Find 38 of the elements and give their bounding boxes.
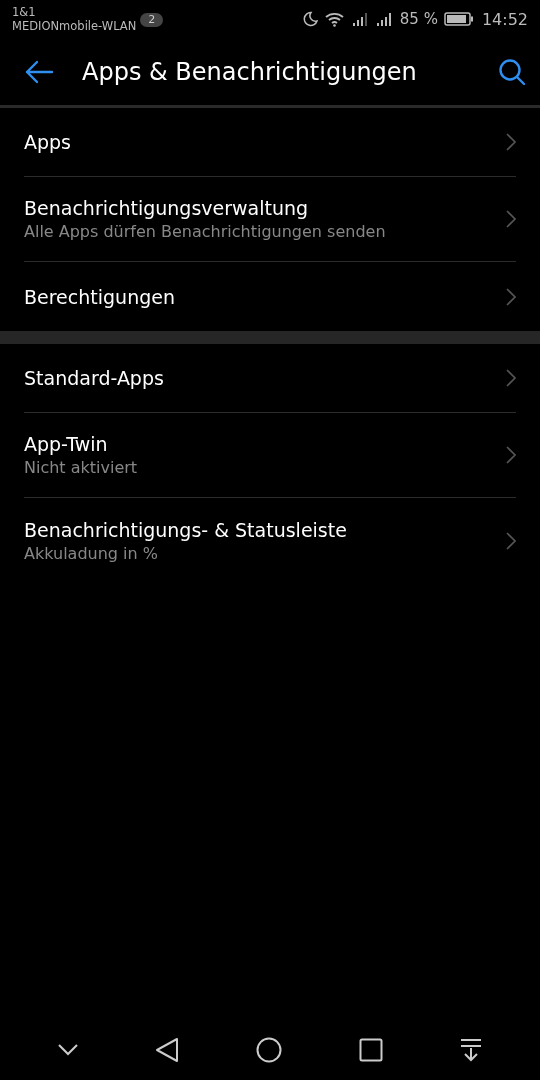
home-icon[interactable]: [256, 1037, 282, 1063]
chevron-icon: [506, 446, 516, 464]
chevron-icon: [506, 287, 516, 306]
recents-icon[interactable]: [358, 1038, 383, 1062]
wifi-icon: [323, 11, 346, 27]
settings-item[interactable]: Berechtigungen: [24, 262, 516, 331]
item-subtitle: Akkuladung in %: [24, 543, 159, 563]
signal-icon: [375, 11, 394, 27]
settings-item[interactable]: Standard-Apps: [24, 344, 516, 413]
notification-count: 2: [140, 13, 164, 27]
clock: 14:52: [481, 9, 528, 29]
item-title: Benachrichtigungs- & Statusleiste: [24, 518, 347, 541]
item-title: Apps: [24, 131, 72, 153]
item-title: Benachrichtigungsverwaltung: [24, 197, 310, 219]
settings-item[interactable]: Apps: [24, 108, 516, 177]
moon-icon: [301, 11, 318, 27]
chevron-icon: [506, 531, 516, 550]
item-title: Berechtigungen: [24, 285, 175, 308]
battery-icon: [443, 11, 474, 27]
signal-icon: [351, 11, 370, 27]
chevron-icon: [506, 210, 516, 228]
settings-item[interactable]: Benachrichtigungsverwaltung Alle Apps dürfen Benachrichtigungen senden: [24, 177, 516, 262]
search-button[interactable]: [498, 57, 526, 86]
settings-item[interactable]: Benachrichtigungs- & Statusleiste Akkuladung in %: [24, 498, 516, 583]
chevron-down-icon[interactable]: [58, 1044, 79, 1056]
item-title: App-Twin: [24, 433, 109, 455]
network-name: MEDIONmobile-WLAN: [12, 19, 137, 33]
notification-pull-icon[interactable]: [459, 1038, 482, 1062]
settings-item[interactable]: App-Twin Nicht aktiviert: [24, 413, 516, 498]
back-icon[interactable]: [155, 1037, 180, 1063]
item-subtitle: Alle Apps dürfen Benachrichtigungen senden: [24, 222, 386, 241]
back-button[interactable]: [24, 59, 54, 84]
item-subtitle: Nicht aktiviert: [24, 458, 138, 477]
page-title: Apps & Benachrichtigungen: [82, 57, 418, 86]
chevron-icon: [506, 369, 516, 387]
battery-percent: 85 %: [399, 10, 438, 28]
chevron-icon: [506, 133, 516, 151]
item-title: Standard-Apps: [24, 367, 164, 389]
